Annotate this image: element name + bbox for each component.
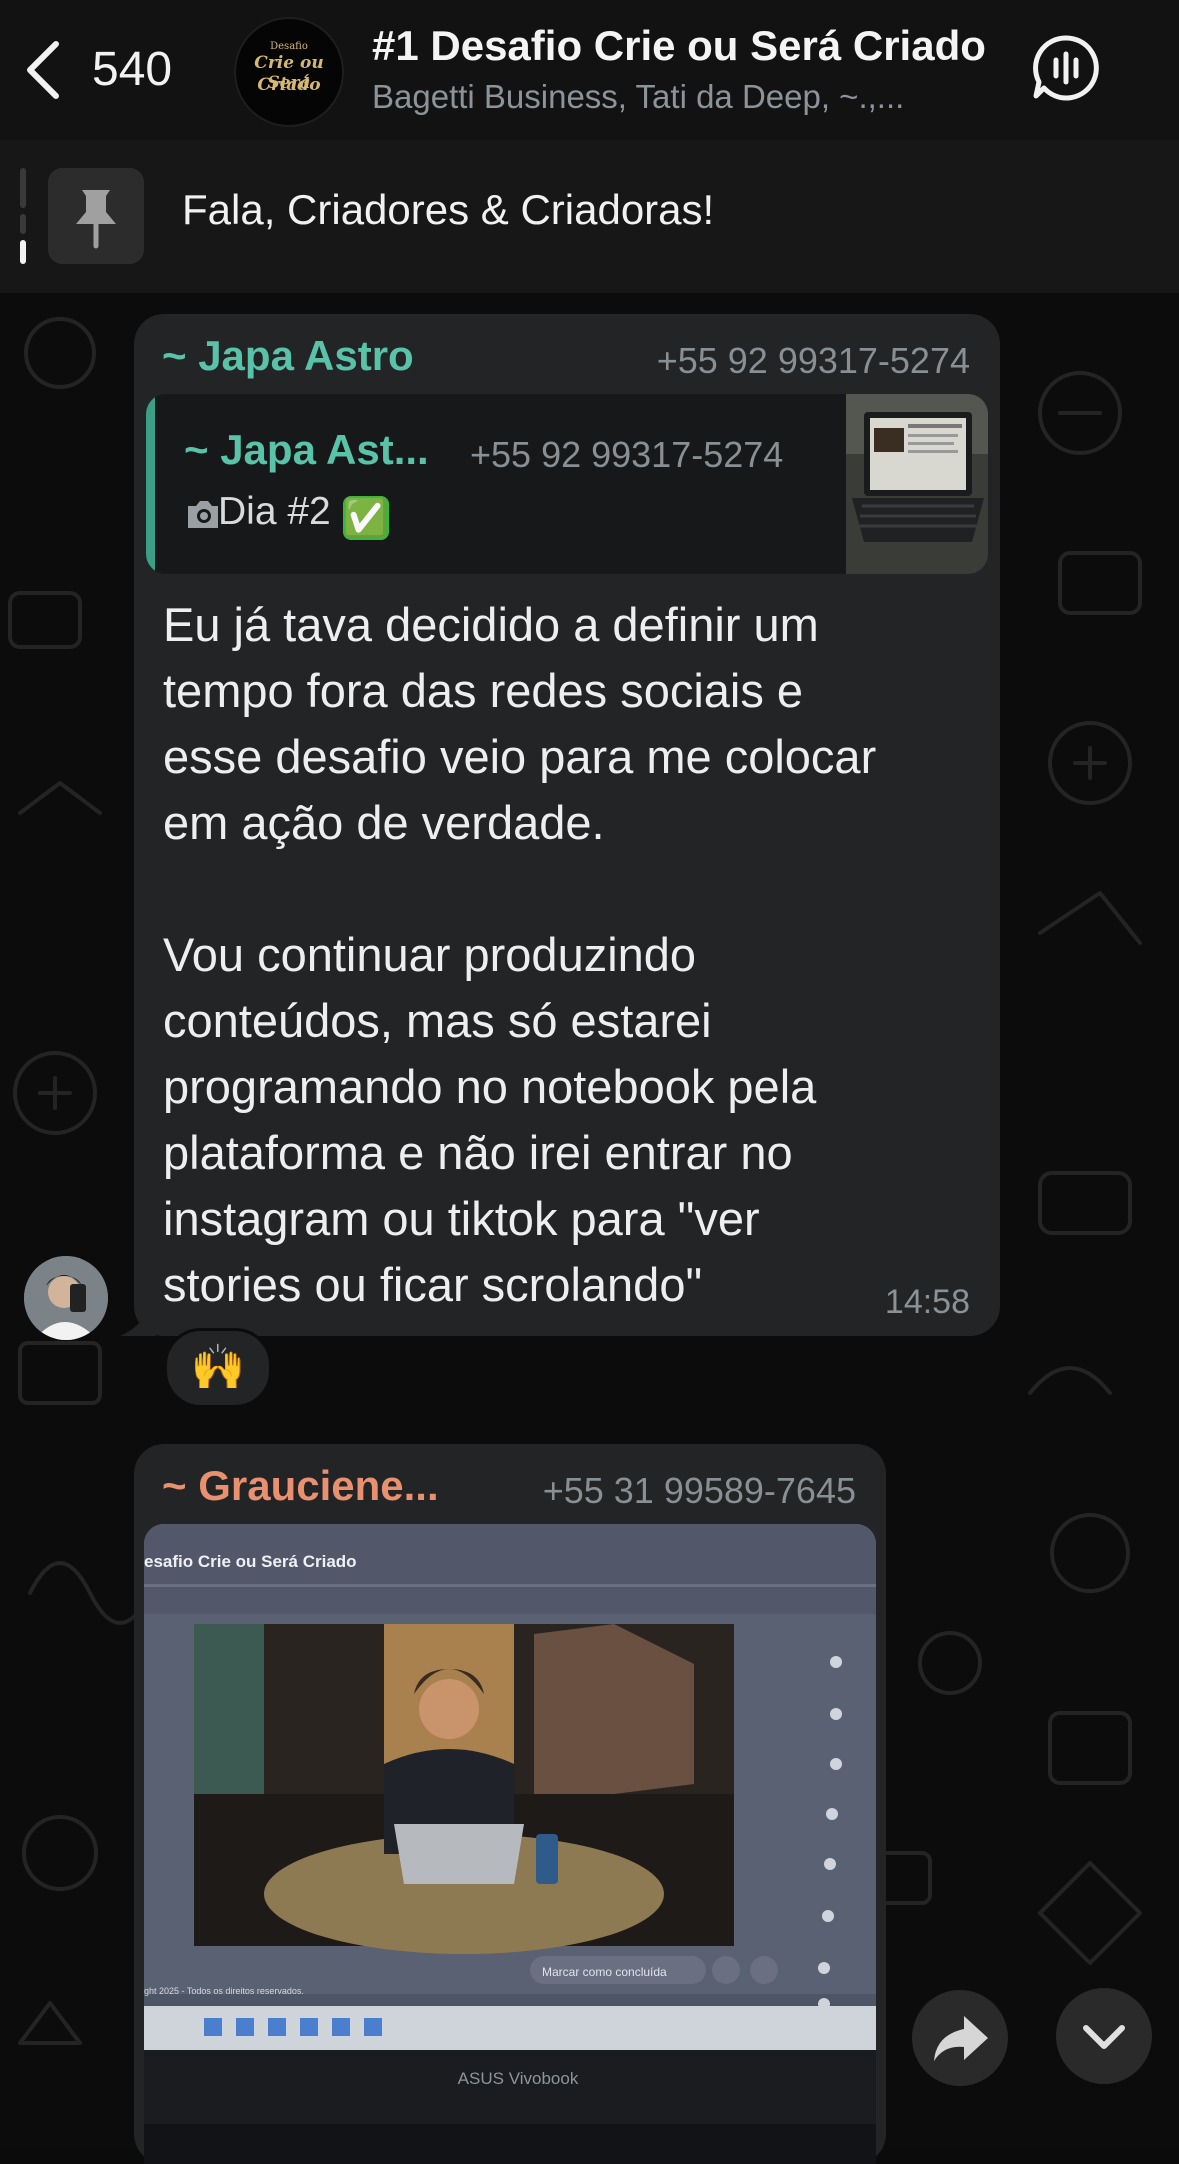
- group-title[interactable]: #1 Desafio Crie ou Será Criado: [372, 22, 986, 70]
- group-members[interactable]: Bagetti Business, Tati da Deep, ~.,...: [372, 78, 904, 116]
- quote-accent-bar: [146, 394, 155, 574]
- quote-thumbnail: [846, 394, 988, 574]
- message-text: Eu já tava decidido a definir um tempo f…: [163, 598, 877, 1311]
- forward-button[interactable]: [912, 1990, 1008, 2086]
- chevron-down-icon: [1083, 2025, 1125, 2049]
- sender-phone: +55 31 99589-7645: [542, 1470, 856, 1511]
- group-avatar-line3: Criado: [257, 75, 321, 95]
- quote-text: Dia #2 ✅: [218, 490, 389, 540]
- scroll-down-button[interactable]: [1056, 1988, 1152, 2084]
- message-time: 14:58: [884, 1283, 970, 1321]
- pin-thumbnail: [48, 168, 144, 264]
- sender-name[interactable]: ~ Japa Astro: [162, 332, 414, 380]
- group-avatar[interactable]: Desafio Crie ou Será Criado: [234, 17, 344, 127]
- pinned-text: Fala, Criadores & Criadoras!: [182, 186, 715, 233]
- quoted-message[interactable]: ~ Japa Ast... +55 92 99317-5274 Dia #2 ✅: [146, 394, 988, 574]
- pinned-message-bar[interactable]: Fala, Criadores & Criadoras!: [0, 140, 1179, 293]
- photo-footer-text: ght 2025 - Todos os direitos reservados.: [144, 1986, 304, 1996]
- pinned-indicator: [20, 168, 26, 264]
- message-bubble[interactable]: ~ Japa Astro +55 92 99317-5274 ~ Japa As…: [134, 314, 1000, 1336]
- message-photo[interactable]: Marcar como concluída esafio Crie ou Ser…: [144, 1524, 876, 2164]
- sender-avatar[interactable]: [24, 1256, 108, 1340]
- photo-screen-title: esafio Crie ou Será Criado: [144, 1552, 357, 1571]
- back-button[interactable]: [22, 40, 66, 100]
- group-avatar-line1: Desafio: [270, 41, 308, 52]
- bubble-tail: [120, 1300, 156, 1336]
- quote-phone: +55 92 99317-5274: [470, 434, 784, 475]
- chevron-left-icon: [27, 41, 59, 99]
- sender-name[interactable]: ~ Grauciene...: [162, 1462, 439, 1510]
- chat-header: 540 Desafio Crie ou Será Criado #1 Desaf…: [0, 0, 1179, 140]
- pin-icon: [76, 190, 116, 249]
- forward-arrow-icon: [934, 2016, 988, 2061]
- voice-chat-button[interactable]: [1030, 32, 1102, 104]
- voice-chat-icon: [1033, 35, 1099, 101]
- camera-icon: [188, 501, 218, 528]
- photo-button-text: Marcar como concluída: [542, 1965, 667, 1979]
- quote-sender: ~ Japa Ast...: [184, 426, 429, 473]
- message-bubble[interactable]: ~ Grauciene... +55 31 99589-7645 Marcar …: [134, 1444, 886, 2164]
- laptop-brand-text: ASUS Vivobook: [458, 2069, 579, 2088]
- check-emoji: ✅: [342, 496, 389, 540]
- unread-count[interactable]: 540: [92, 40, 172, 100]
- reaction-badge[interactable]: 🙌: [164, 1328, 272, 1408]
- sender-phone: +55 92 99317-5274: [656, 340, 970, 381]
